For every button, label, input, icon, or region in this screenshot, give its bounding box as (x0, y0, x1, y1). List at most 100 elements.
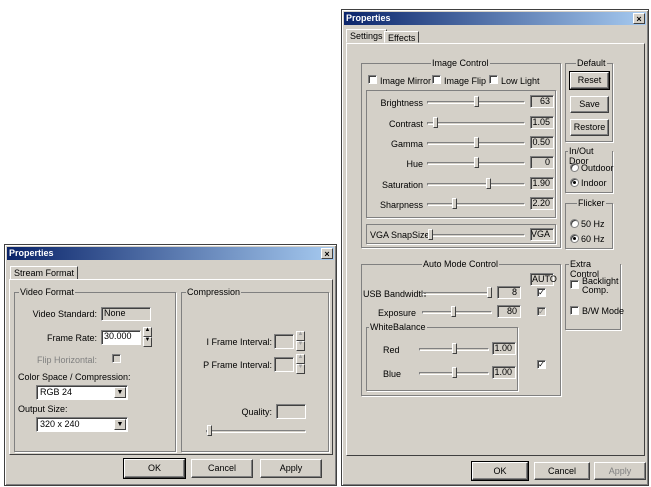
default-group: Default Reset Save Restore (565, 58, 613, 142)
slider-thumb[interactable] (486, 178, 491, 189)
p-frame-interval-input[interactable] (274, 357, 294, 372)
tab-effects[interactable]: Effects (384, 31, 420, 43)
output-size-select[interactable]: 320 x 240 ▼ (36, 417, 128, 432)
exposure-slider[interactable] (422, 306, 492, 318)
left-apply-button[interactable]: Apply (260, 459, 322, 478)
usb-bandwidth-slider[interactable] (422, 287, 492, 299)
backlight-comp-checkbox[interactable] (570, 280, 579, 289)
frame-rate-up-button[interactable]: ▲ (143, 327, 152, 337)
auto-mode-group: Auto Mode Control AUTO USB Bandwidth 8 ✓… (361, 259, 561, 396)
low-light-checkbox[interactable] (489, 75, 498, 84)
image-flip-checkbox[interactable] (432, 75, 441, 84)
slider-thumb[interactable] (487, 287, 492, 298)
contrast-value: 1.05 (530, 116, 554, 129)
sharpness-value: 2.20 (530, 197, 554, 210)
red-slider[interactable] (419, 343, 489, 355)
right-title-bar: Properties × (344, 12, 646, 25)
image-control-group-label: Image Control (431, 58, 490, 68)
indoor-radio[interactable] (570, 178, 579, 187)
slider-thumb[interactable] (433, 117, 438, 128)
compression-group: Compression I Frame Interval: ▲ ▼ P Fram… (181, 287, 329, 452)
p-frame-down-button[interactable]: ▼ (296, 364, 305, 374)
slider-label: Brightness (380, 98, 423, 108)
usb-bandwidth-label: USB Bandwidth (363, 289, 427, 299)
slider-thumb[interactable] (452, 367, 457, 378)
left-close-icon[interactable]: × (321, 248, 333, 259)
p-frame-up-button[interactable]: ▲ (296, 354, 305, 364)
slider-thumb[interactable] (474, 137, 479, 148)
hue-slider[interactable] (427, 157, 525, 169)
gamma-slider[interactable] (427, 137, 525, 149)
flip-horizontal-checkbox[interactable] (112, 354, 121, 363)
vga-snapsize-group: VGA SnapSize VGA (366, 224, 556, 244)
output-size-label: Output Size: (18, 404, 68, 414)
image-mirror-checkbox[interactable] (368, 75, 377, 84)
restore-button[interactable]: Restore (570, 119, 609, 136)
sharpness-slider[interactable] (427, 198, 525, 210)
quality-slider-thumb[interactable] (207, 425, 212, 436)
outdoor-radio[interactable] (570, 163, 579, 172)
output-size-value: 320 x 240 (40, 419, 80, 429)
saturation-value: 1.90 (530, 177, 554, 190)
vga-snapsize-slider[interactable] (427, 229, 525, 241)
quality-input[interactable] (276, 404, 306, 419)
reset-button[interactable]: Reset (569, 71, 610, 90)
right-apply-button[interactable]: Apply (594, 462, 646, 480)
slider-thumb[interactable] (451, 306, 456, 317)
save-button[interactable]: Save (570, 96, 609, 113)
flicker-group: Flicker 50 Hz 60 Hz (565, 198, 613, 249)
default-group-label: Default (576, 58, 607, 68)
left-window-title: Properties (9, 248, 54, 258)
i-frame-up-button[interactable]: ▲ (296, 331, 305, 341)
tab-settings[interactable]: Settings (346, 29, 387, 43)
video-format-group: Video Format Video Standard: None Frame … (14, 287, 176, 452)
hz60-radio[interactable] (570, 234, 579, 243)
in-out-door-group: In/Out Door Outdoor Indoor (565, 146, 614, 193)
chevron-down-icon[interactable]: ▼ (114, 387, 126, 398)
right-properties-window: Properties × Settings Effects Image Cont… (341, 9, 649, 486)
frame-rate-input[interactable]: 30.000 (101, 330, 141, 345)
indoor-label: Indoor (581, 178, 607, 188)
tab-stream-format[interactable]: Stream Format (10, 266, 79, 280)
slider-thumb[interactable] (474, 96, 479, 107)
left-cancel-button[interactable]: Cancel (191, 459, 253, 478)
image-flip-label: Image Flip (444, 76, 487, 86)
contrast-slider[interactable] (427, 117, 525, 129)
red-value: 1.00 (492, 342, 516, 355)
slider-thumb[interactable] (452, 343, 457, 354)
blue-label: Blue (383, 369, 402, 379)
flip-horizontal-label: Flip Horizontal: (36, 355, 97, 365)
hz50-label: 50 Hz (581, 219, 605, 229)
color-space-select[interactable]: RGB 24 ▼ (36, 385, 128, 400)
quality-slider[interactable] (206, 425, 306, 437)
video-format-group-label: Video Format (19, 287, 75, 297)
exposure-auto-checkbox[interactable]: ✓ (537, 307, 546, 316)
hz60-label: 60 Hz (581, 234, 605, 244)
i-frame-down-button[interactable]: ▼ (296, 341, 305, 351)
red-label: Red (383, 345, 400, 355)
usb-bandwidth-auto-checkbox[interactable]: ✓ (537, 288, 546, 297)
slider-label: Sharpness (379, 200, 423, 210)
p-frame-interval-label: P Frame Interval: (203, 360, 272, 370)
saturation-slider[interactable] (427, 178, 525, 190)
slider-thumb[interactable] (474, 157, 479, 168)
chevron-down-icon[interactable]: ▼ (114, 419, 126, 430)
brightness-slider[interactable] (427, 96, 525, 108)
right-close-icon[interactable]: × (633, 13, 645, 24)
color-space-label: Color Space / Compression: (18, 372, 131, 382)
frame-rate-down-button[interactable]: ▼ (143, 337, 152, 347)
brightness-value: 63 (530, 95, 554, 108)
right-ok-button[interactable]: OK (471, 461, 529, 481)
backlight-comp-label: Backlight Comp. (582, 276, 619, 295)
right-cancel-button[interactable]: Cancel (534, 462, 590, 480)
image-sliders-group: Brightness 63 Contrast 1.05 Gamma 0.50 H… (366, 90, 556, 218)
blue-slider[interactable] (419, 367, 489, 379)
usb-bandwidth-value: 8 (497, 286, 521, 299)
slider-thumb[interactable] (452, 198, 457, 209)
hz50-radio[interactable] (570, 219, 579, 228)
i-frame-interval-label: I Frame Interval: (206, 337, 272, 347)
i-frame-interval-input[interactable] (274, 334, 294, 349)
left-ok-button[interactable]: OK (123, 458, 186, 479)
white-balance-auto-checkbox[interactable]: ✓ (537, 360, 546, 369)
bw-mode-checkbox[interactable] (570, 306, 579, 315)
